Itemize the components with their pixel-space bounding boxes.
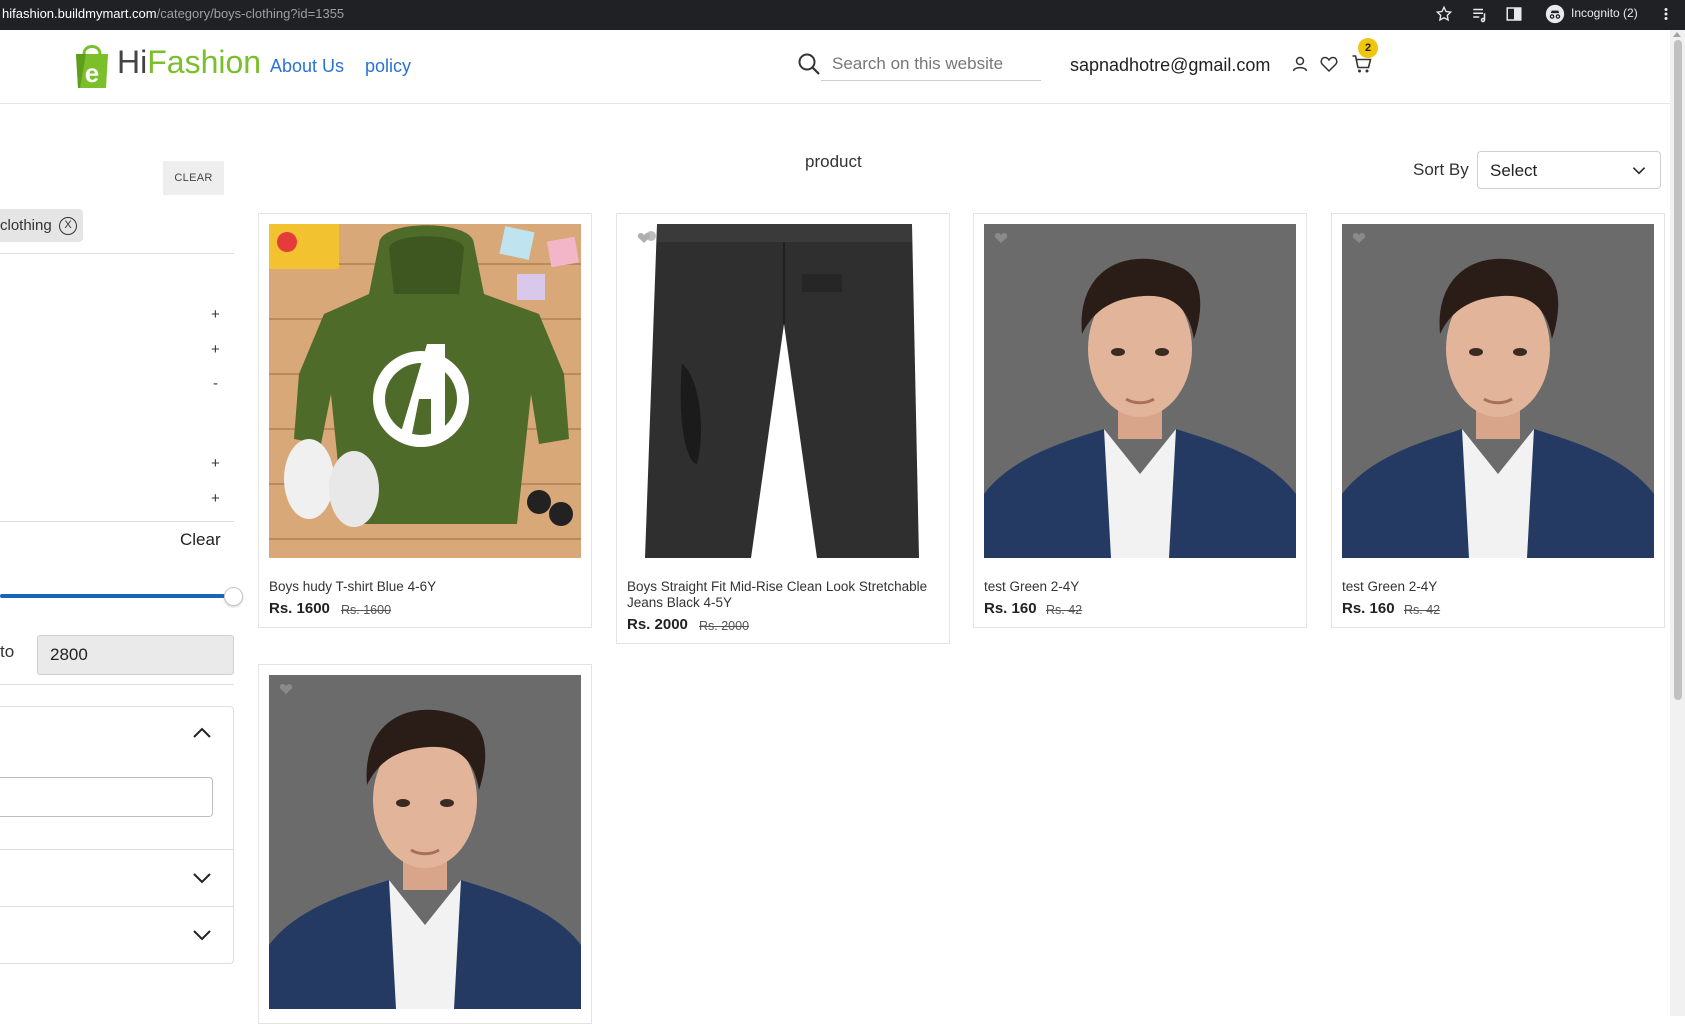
wishlist-heart-icon[interactable] xyxy=(279,683,293,695)
price-max-input[interactable] xyxy=(37,635,234,675)
filter-expand-toggle[interactable]: + xyxy=(211,341,220,358)
incognito-icon[interactable] xyxy=(1545,4,1565,24)
filter-expand-toggle[interactable]: + xyxy=(211,490,220,507)
product-image[interactable] xyxy=(984,224,1296,558)
user-account-icon[interactable] xyxy=(1290,54,1310,74)
side-panel-icon[interactable] xyxy=(1505,5,1523,23)
product-image[interactable] xyxy=(1342,224,1654,558)
product-name[interactable]: test Green 2-4Y xyxy=(1342,579,1656,595)
wishlist-heart-icon[interactable] xyxy=(1319,54,1339,74)
nav-about-us[interactable]: About Us xyxy=(270,56,344,77)
price-to-label: to xyxy=(0,642,15,661)
green-hoodie-photo xyxy=(269,224,581,558)
filter-expand-toggle[interactable]: + xyxy=(211,306,220,323)
filter-accordion-collapsed[interactable] xyxy=(0,907,234,964)
product-price: Rs. 1600 xyxy=(269,600,330,617)
chevron-up-icon[interactable] xyxy=(192,727,212,739)
active-filter-label: clothing xyxy=(0,217,52,234)
product-mrp: Rs. 2000 xyxy=(699,619,750,633)
product-card[interactable]: test Green 2-4Y Rs. 160 Rs. 42 xyxy=(973,213,1307,628)
product-mrp: Rs. 1600 xyxy=(341,603,392,617)
shopping-bag-logo-icon[interactable]: e xyxy=(72,42,112,90)
product-card[interactable]: Boys Straight Fit Mid-Rise Clean Look St… xyxy=(616,213,950,644)
page-scrollbar[interactable] xyxy=(1670,30,1685,1016)
product-price: Rs. 160 xyxy=(984,600,1037,617)
male-model-photo xyxy=(1342,224,1654,558)
price-range-slider-thumb[interactable] xyxy=(224,587,243,606)
product-name[interactable]: test Green 2-4Y xyxy=(984,579,1298,595)
sidebar-divider xyxy=(0,684,234,685)
cart-count-badge: 2 xyxy=(1358,38,1378,58)
male-model-photo xyxy=(269,675,581,1009)
price-clear-button[interactable]: Clear xyxy=(180,530,221,550)
wishlist-heart-icon[interactable] xyxy=(994,232,1008,244)
bookmark-star-icon[interactable] xyxy=(1435,5,1453,23)
search-icon[interactable] xyxy=(797,52,821,76)
svg-text:e: e xyxy=(85,58,99,88)
chevron-down-icon[interactable] xyxy=(192,929,212,941)
nav-policy[interactable]: policy xyxy=(365,56,411,77)
product-price: Rs. 2000 xyxy=(627,616,688,633)
wishlist-heart-icon[interactable] xyxy=(637,232,651,244)
price-range-slider-track[interactable] xyxy=(0,594,225,598)
product-mrp: Rs. 42 xyxy=(1404,603,1441,617)
clear-all-filters-button[interactable]: CLEAR xyxy=(163,161,224,195)
male-model-photo xyxy=(984,224,1296,558)
product-card[interactable]: test Green 2-4Y Rs. 160 Rs. 42 xyxy=(1331,213,1665,628)
filter-search-input[interactable] xyxy=(0,777,213,817)
user-email[interactable]: sapnadhotre@gmail.com xyxy=(1070,55,1270,76)
browser-url[interactable]: hifashion.buildmymart.com/category/boys-… xyxy=(2,6,344,21)
product-price: Rs. 160 xyxy=(1342,600,1395,617)
brand-name[interactable]: HiFashion xyxy=(117,44,261,81)
product-mrp: Rs. 42 xyxy=(1046,603,1083,617)
product-image[interactable] xyxy=(269,675,581,1009)
reading-list-icon[interactable] xyxy=(1471,5,1489,23)
chevron-down-icon xyxy=(1632,167,1646,175)
site-header: e HiFashion About Us policy sapnadhotre@… xyxy=(0,30,1670,104)
filter-collapse-toggle[interactable]: - xyxy=(213,375,218,392)
active-filter-chip: clothing X xyxy=(0,209,83,242)
sort-by-label: Sort By xyxy=(1413,160,1469,179)
black-jeans-photo xyxy=(627,224,939,558)
product-card[interactable]: Boys hudy T-shirt Blue 4-6Y Rs. 1600 Rs.… xyxy=(258,213,592,628)
sidebar-divider xyxy=(0,253,234,254)
filter-expand-toggle[interactable]: + xyxy=(211,455,220,472)
filter-accordion-collapsed[interactable] xyxy=(0,850,234,907)
browser-menu-icon[interactable] xyxy=(1660,5,1672,23)
incognito-label: Incognito (2) xyxy=(1571,6,1638,20)
browser-address-bar: hifashion.buildmymart.com/category/boys-… xyxy=(0,0,1685,30)
product-name[interactable]: Boys hudy T-shirt Blue 4-6Y xyxy=(269,579,583,595)
product-image[interactable] xyxy=(627,224,939,558)
page-title: product xyxy=(805,152,862,171)
remove-filter-button[interactable]: X xyxy=(59,217,77,235)
sort-select-value: Select xyxy=(1490,161,1538,180)
chevron-down-icon[interactable] xyxy=(192,872,212,884)
sort-select[interactable]: Select xyxy=(1477,151,1661,189)
product-card[interactable] xyxy=(258,664,592,1024)
wishlist-heart-icon[interactable] xyxy=(1352,232,1366,244)
search-input[interactable] xyxy=(821,47,1041,81)
sidebar-divider xyxy=(0,521,234,522)
product-name[interactable]: Boys Straight Fit Mid-Rise Clean Look St… xyxy=(627,579,941,611)
scrollbar-thumb[interactable] xyxy=(1674,40,1682,700)
product-image[interactable] xyxy=(269,224,581,558)
scroll-up-arrow-icon[interactable] xyxy=(1673,32,1681,37)
